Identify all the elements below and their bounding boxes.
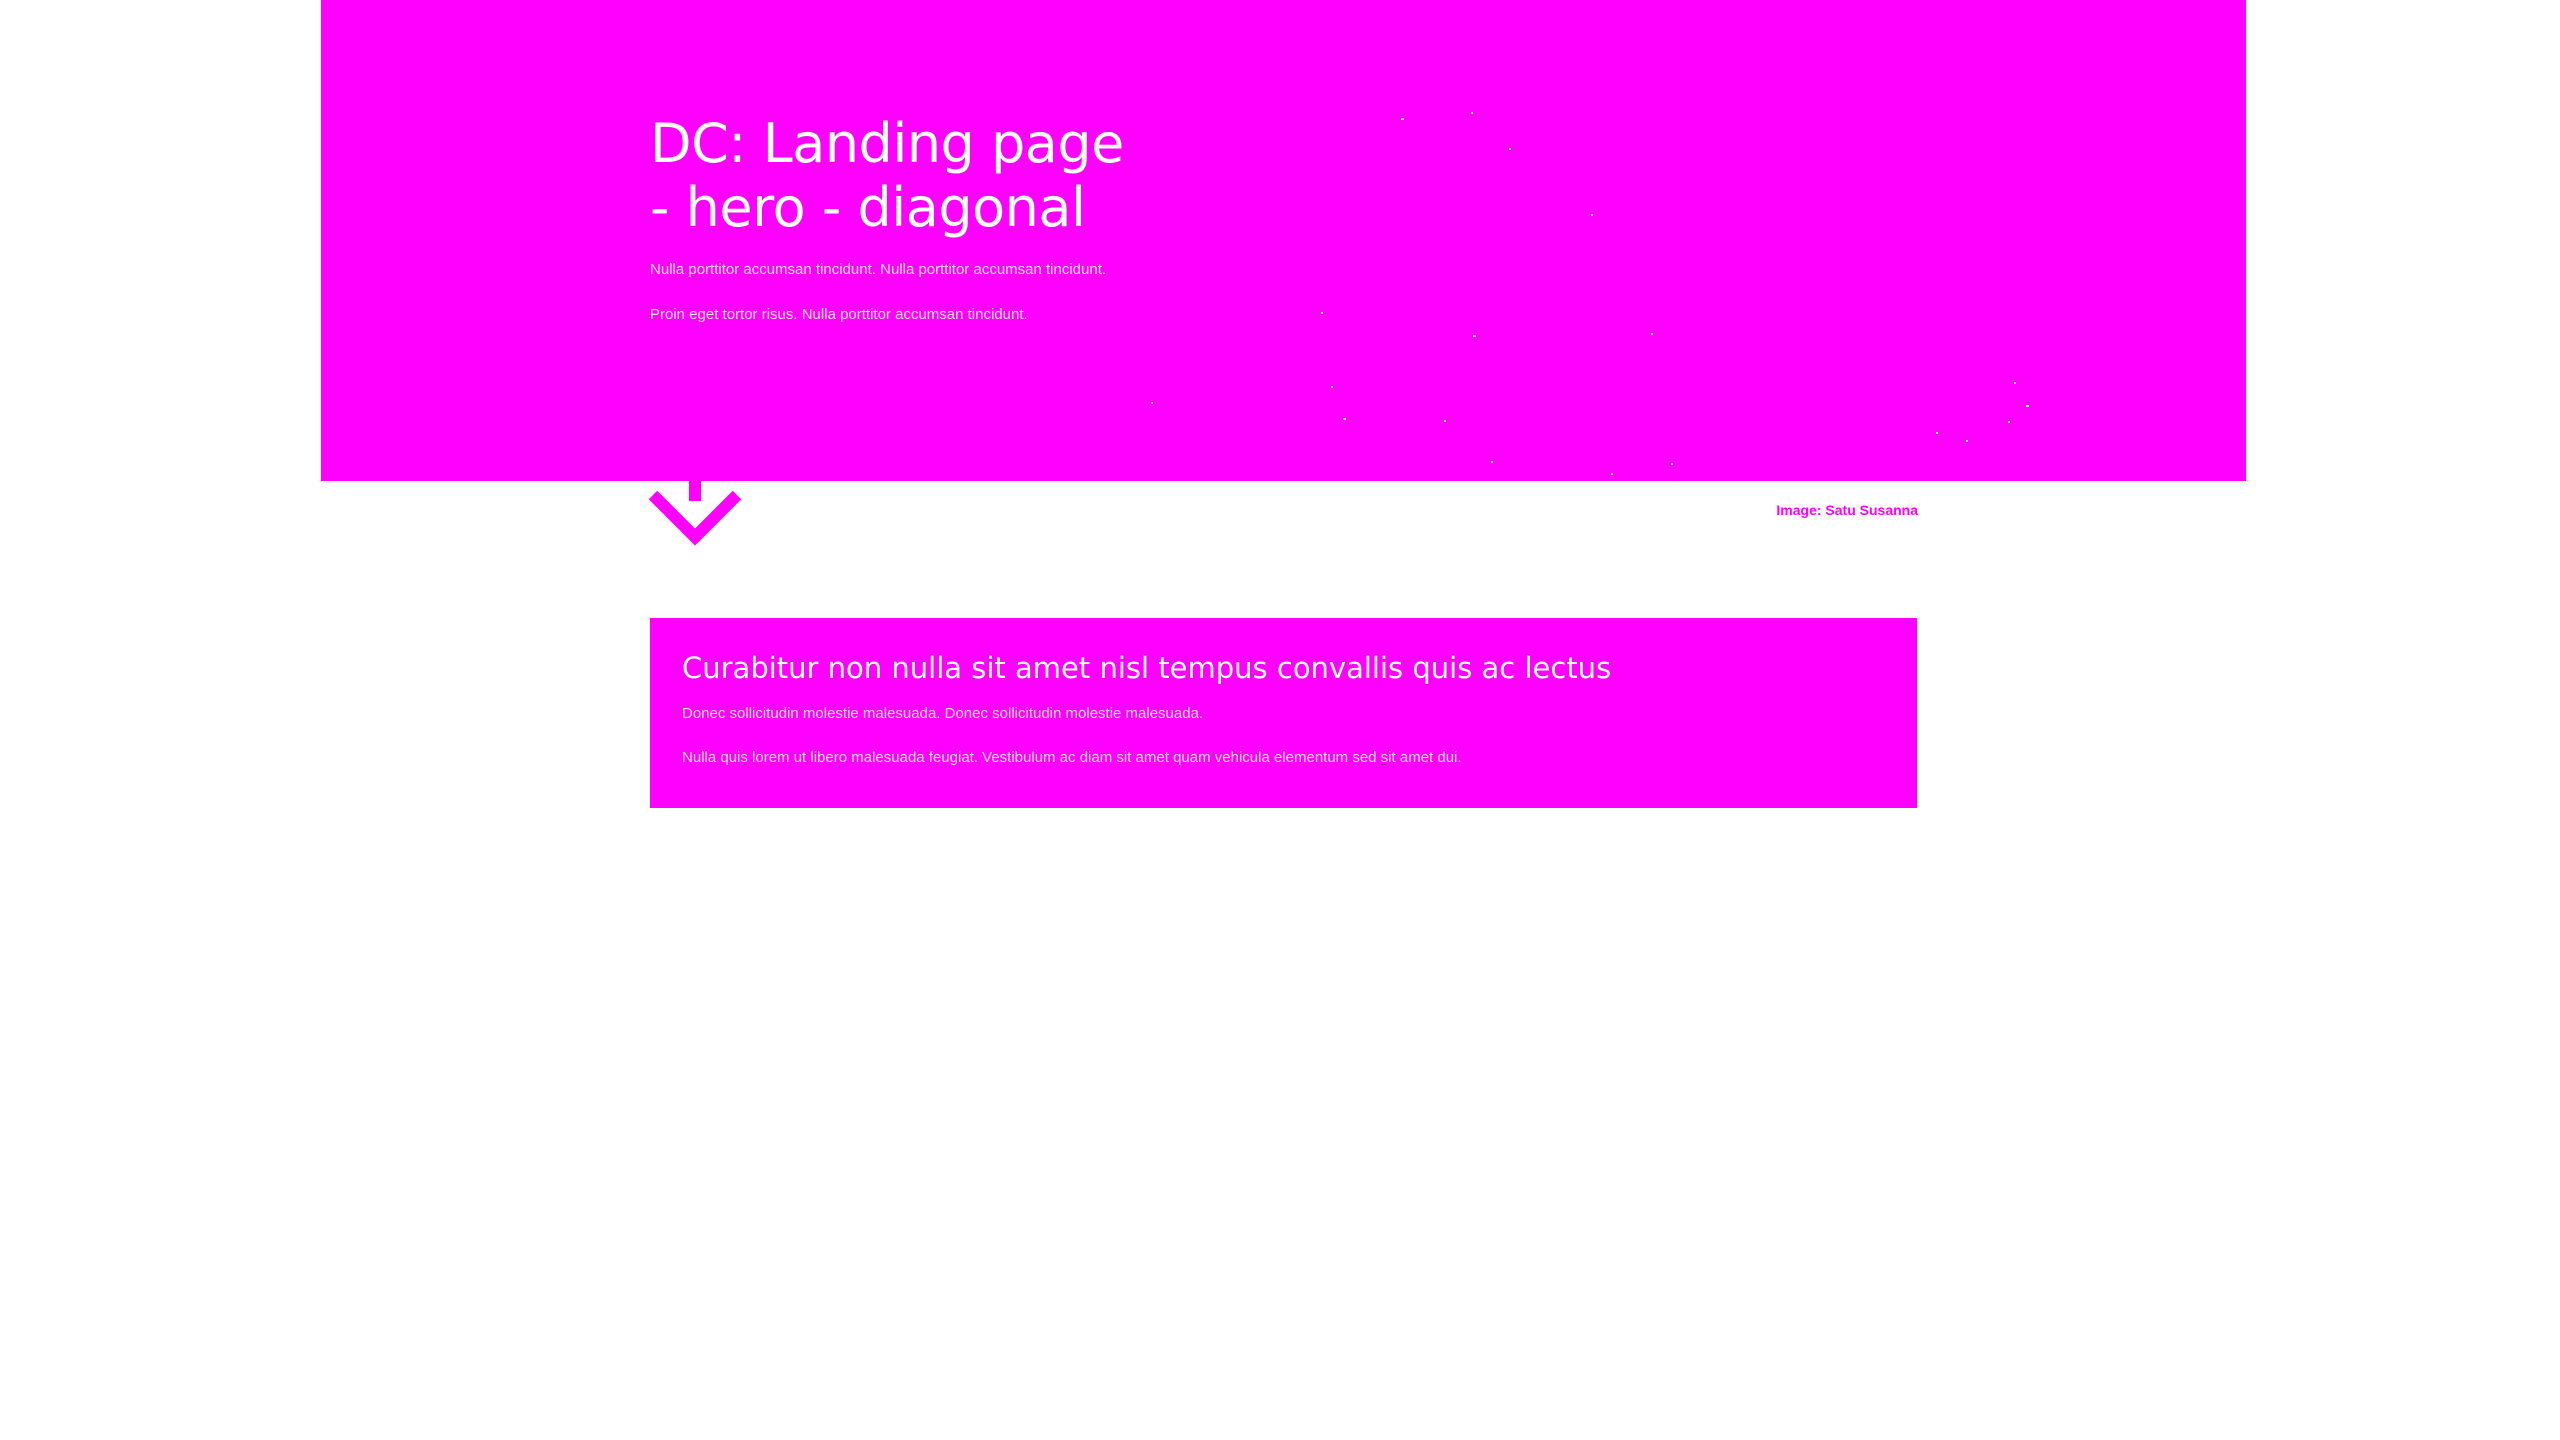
hero-title-line-2: - hero - diagonal: [650, 176, 1086, 239]
arrow-down-icon: [648, 481, 742, 546]
callout-box: Curabitur non nulla sit amet nisl tempus…: [650, 618, 1917, 808]
hero-paragraph-2: Proin eget tortor risus. Nulla porttitor…: [650, 306, 1028, 323]
hero-content: DC: Landing page - hero - diagonal Nulla…: [650, 112, 1170, 328]
callout-paragraph-1: Donec sollicitudin molestie malesuada. D…: [682, 705, 1204, 722]
hero-background-image: [1151, 112, 2029, 475]
hero-paragraph-1: Nulla porttitor accumsan tincidunt. Null…: [650, 261, 1107, 278]
callout-title: Curabitur non nulla sit amet nisl tempus…: [682, 651, 1612, 685]
scroll-down-button[interactable]: [648, 481, 745, 553]
landing-page: DC: Landing page - hero - diagonal Nulla…: [0, 0, 2560, 1440]
callout-paragraph-2: Nulla quis lorem ut libero malesuada feu…: [682, 749, 1462, 766]
hero-section: DC: Landing page - hero - diagonal Nulla…: [321, 0, 2246, 481]
hero-title: DC: Landing page - hero - diagonal: [650, 112, 1170, 240]
image-credit: Image: Satu Susanna: [1776, 502, 1918, 518]
hero-title-line-1: DC: Landing page: [650, 112, 1124, 175]
